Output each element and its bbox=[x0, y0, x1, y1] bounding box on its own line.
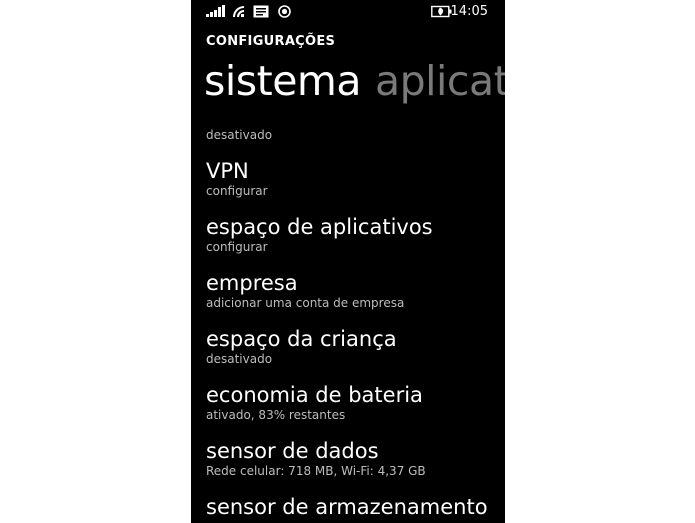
phone-screen: 14:05 CONFIGURAÇÕES sistema aplicati desa… bbox=[191, 0, 505, 523]
pivot-header: sistema aplicati bbox=[204, 55, 505, 107]
signal-strength-icon bbox=[206, 5, 225, 17]
status-bar: 14:05 bbox=[191, 0, 505, 24]
status-time: 14:05 bbox=[450, 4, 488, 19]
settings-item-title: sensor de dados bbox=[206, 439, 379, 463]
partial-item-subtitle: desativado bbox=[206, 128, 273, 142]
settings-item-sensor-dados[interactable]: sensor de dados Rede celular: 718 MB, Wi… bbox=[206, 438, 505, 478]
settings-item-subtitle: ativado, 83% restantes bbox=[206, 408, 346, 422]
settings-item-empresa[interactable]: empresa adicionar uma conta de empresa bbox=[206, 270, 505, 310]
settings-item-title: espaço de aplicativos bbox=[206, 215, 433, 239]
settings-item-title: sensor de armazenamento bbox=[206, 495, 488, 519]
settings-item-subtitle: configurar bbox=[206, 240, 268, 254]
wifi-icon bbox=[233, 6, 244, 17]
settings-item-economia-bateria[interactable]: economia de bateria ativado, 83% restant… bbox=[206, 382, 505, 422]
settings-item-espaco-aplicativos[interactable]: espaço de aplicativos configurar bbox=[206, 214, 505, 254]
settings-item-vpn[interactable]: VPN configurar bbox=[206, 158, 505, 198]
settings-item-espaco-crianca[interactable]: espaço da criança desativado bbox=[206, 326, 505, 366]
settings-item-title: economia de bateria bbox=[206, 383, 423, 407]
pivot-tab-sistema[interactable]: sistema bbox=[204, 57, 361, 105]
pivot-tab-aplicativos[interactable]: aplicati bbox=[375, 57, 505, 105]
settings-item-subtitle: adicionar uma conta de empresa bbox=[206, 296, 405, 310]
settings-item-title: espaço da criança bbox=[206, 327, 397, 351]
settings-item-title: empresa bbox=[206, 271, 298, 295]
settings-item-subtitle: desativado bbox=[206, 352, 273, 366]
settings-item-title: VPN bbox=[206, 159, 249, 183]
message-icon bbox=[253, 5, 269, 18]
app-title: CONFIGURAÇÕES bbox=[206, 34, 336, 49]
settings-item-subtitle: Rede celular: 718 MB, Wi-Fi: 4,37 GB bbox=[206, 464, 426, 478]
settings-item-subtitle: configurar bbox=[206, 184, 268, 198]
location-icon bbox=[278, 5, 291, 18]
settings-item-sensor-armazenamento[interactable]: sensor de armazenamento bbox=[206, 494, 505, 520]
